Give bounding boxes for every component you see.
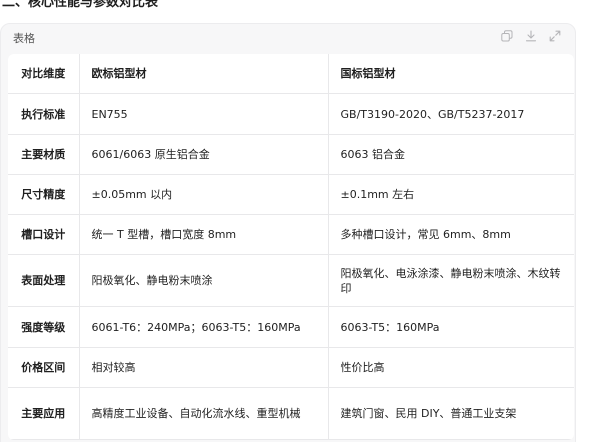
table-row: 槽口设计 统一 T 型槽，槽口宽度 8mm 多种槽口设计，常见 6mm、8mm [8,214,574,255]
cn-value: 性价比高 [327,347,574,388]
page: 二、核心性能与参数对比表 表格 对比维度 欧标铝型材 国标铝型材 执行标准 EN… [0,0,603,442]
copy-icon[interactable] [501,30,513,42]
table-card: 表格 对比维度 欧标铝型材 国标铝型材 执行标准 EN755 GB/T3190-… [0,23,576,442]
comparison-table: 对比维度 欧标铝型材 国标铝型材 执行标准 EN755 GB/T3190-202… [8,54,574,440]
header-cell: 欧标铝型材 [78,54,328,94]
row-dimension: 槽口设计 [8,214,79,255]
table-row: 主要应用 高精度工业设备、自动化流水线、重型机械 建筑门窗、民用 DIY、普通工… [8,387,574,440]
row-dimension: 执行标准 [8,93,79,135]
eu-value: 统一 T 型槽，槽口宽度 8mm [78,214,328,255]
table-row: 强度等级 6061-T6：240MPa；6063-T5：160MPa 6063-… [8,306,574,348]
eu-value: ±0.05mm 以内 [78,174,328,215]
cn-value: GB/T3190-2020、GB/T5237-2017 [327,93,574,135]
table-row: 价格区间 相对较高 性价比高 [8,347,574,388]
eu-value: 6061/6063 原生铝合金 [78,134,328,175]
row-dimension: 主要材质 [8,134,79,175]
cn-value: 建筑门窗、民用 DIY、普通工业支架 [327,387,574,440]
table-header-row: 对比维度 欧标铝型材 国标铝型材 [8,54,574,94]
card-label: 表格 [13,32,35,45]
table-row: 主要材质 6061/6063 原生铝合金 6063 铝合金 [8,134,574,175]
eu-value: 阳极氧化、静电粉末喷涂 [78,254,328,307]
cn-value: 多种槽口设计，常见 6mm、8mm [327,214,574,255]
eu-value: 高精度工业设备、自动化流水线、重型机械 [78,387,328,440]
eu-value: EN755 [78,93,328,135]
row-dimension: 尺寸精度 [8,174,79,215]
row-dimension: 表面处理 [8,254,79,307]
header-cell: 国标铝型材 [327,54,574,94]
cn-value: 6063 铝合金 [327,134,574,175]
eu-value: 6061-T6：240MPa；6063-T5：160MPa [78,306,328,348]
row-dimension: 主要应用 [8,387,79,440]
expand-icon[interactable] [549,30,561,42]
download-icon[interactable] [525,30,537,42]
row-dimension: 价格区间 [8,347,79,388]
eu-value: 相对较高 [78,347,328,388]
table-row: 尺寸精度 ±0.05mm 以内 ±0.1mm 左右 [8,174,574,215]
section-heading: 二、核心性能与参数对比表 [2,0,159,10]
card-toolbar [501,30,561,42]
table-row: 执行标准 EN755 GB/T3190-2020、GB/T5237-2017 [8,93,574,135]
header-cell: 对比维度 [8,54,79,94]
row-dimension: 强度等级 [8,306,79,348]
table-row: 表面处理 阳极氧化、静电粉末喷涂 阳极氧化、电泳涂漆、静电粉末喷涂、木纹转印 [8,254,574,307]
cn-value: 6063-T5：160MPa [327,306,574,348]
cn-value: 阳极氧化、电泳涂漆、静电粉末喷涂、木纹转印 [327,254,574,307]
cn-value: ±0.1mm 左右 [327,174,574,215]
